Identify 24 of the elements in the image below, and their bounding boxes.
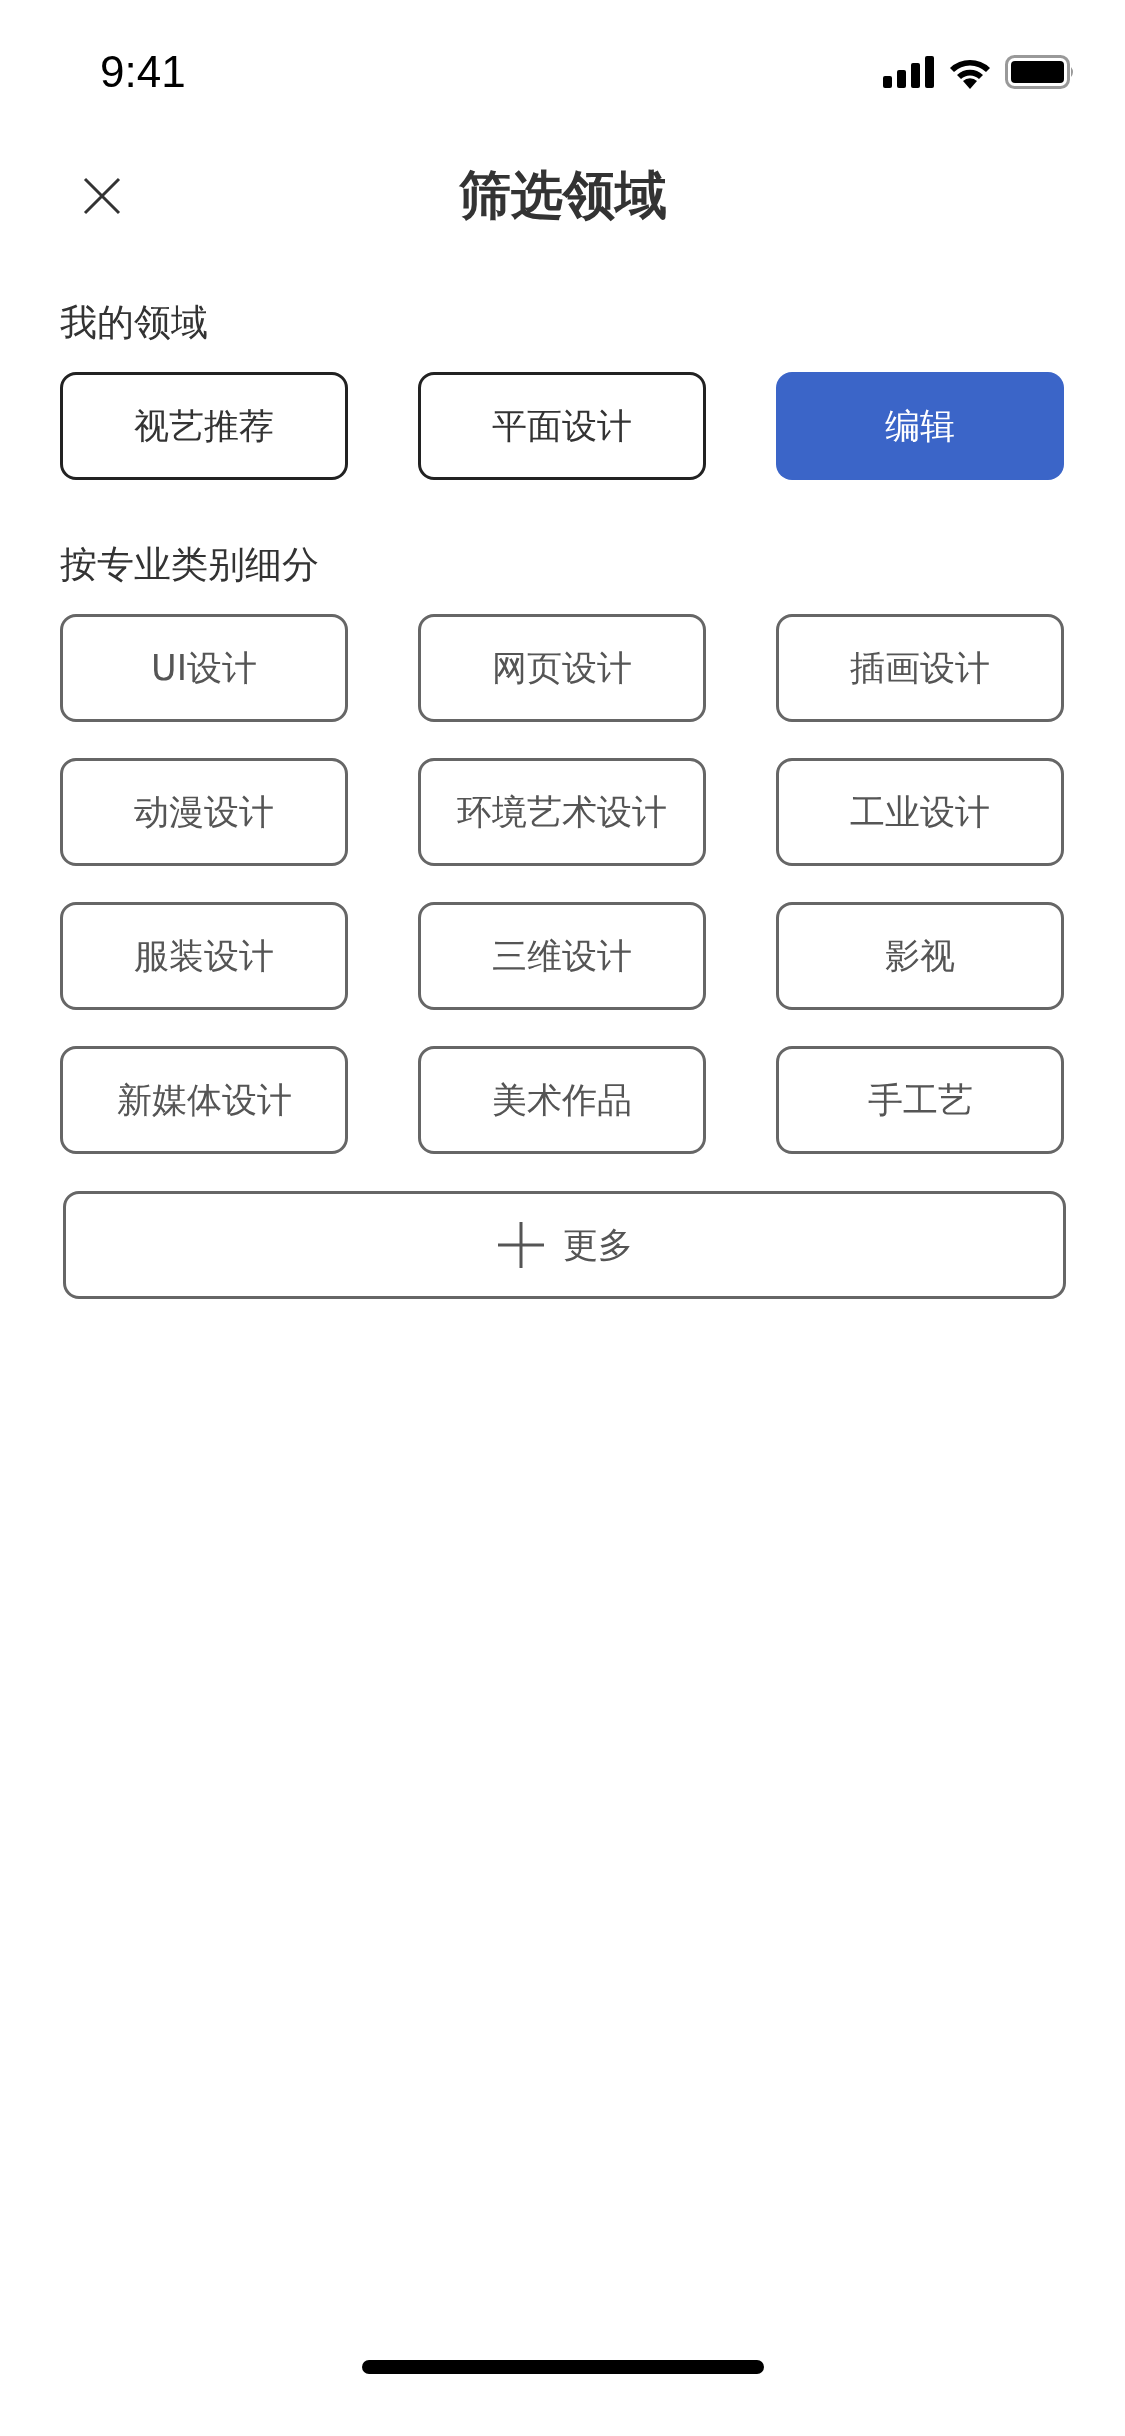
plus-icon	[496, 1221, 545, 1269]
page-title: 筛选领域	[458, 164, 667, 227]
field-chip[interactable]: 平面设计	[418, 372, 706, 480]
category-chip[interactable]: 环境艺术设计	[418, 758, 706, 866]
battery-icon	[1005, 55, 1075, 89]
edit-button[interactable]: 编辑	[776, 372, 1064, 480]
close-icon[interactable]	[83, 177, 121, 215]
signal-icon	[883, 56, 935, 88]
category-chip[interactable]: 美术作品	[418, 1046, 706, 1154]
category-chip[interactable]: 手工艺	[776, 1046, 1064, 1154]
category-chip[interactable]: 服装设计	[60, 902, 348, 1010]
category-chip[interactable]: UI设计	[60, 614, 348, 722]
category-chip[interactable]: 插画设计	[776, 614, 1064, 722]
section-label: 我的领域	[60, 300, 209, 346]
category-chip[interactable]: 新媒体设计	[60, 1046, 348, 1154]
category-chip[interactable]: 影视	[776, 902, 1064, 1010]
category-chip[interactable]: 工业设计	[776, 758, 1064, 866]
more-button[interactable]: 更多	[63, 1191, 1066, 1299]
category-chip[interactable]: 网页设计	[418, 614, 706, 722]
category-chip[interactable]: 动漫设计	[60, 758, 348, 866]
field-chip[interactable]: 视艺推荐	[60, 372, 348, 480]
section-label: 按专业类别细分	[60, 542, 320, 588]
status-time: 9:41	[100, 47, 186, 97]
category-chip[interactable]: 三维设计	[418, 902, 706, 1010]
